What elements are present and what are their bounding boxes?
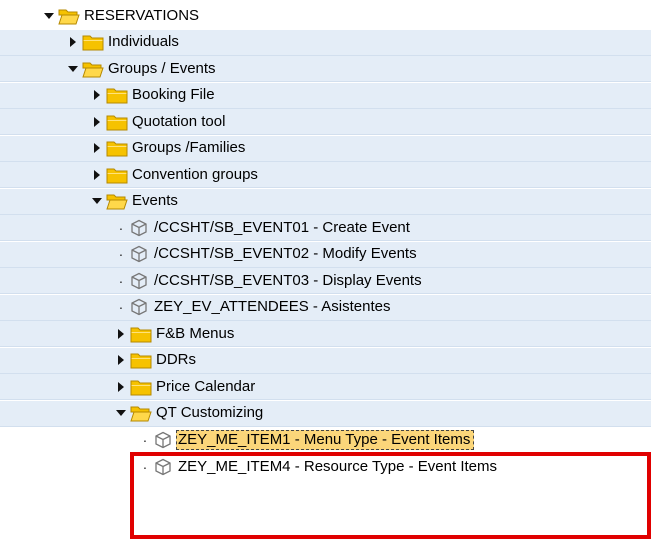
folder-icon: [106, 113, 128, 131]
expand-arrow-right-icon[interactable]: [68, 37, 78, 47]
expand-arrow-down-icon[interactable]: [44, 11, 54, 21]
expand-arrow-right-icon[interactable]: [92, 169, 102, 180]
tree-node-label[interactable]: Events: [132, 192, 178, 210]
transaction-cube-icon: [130, 218, 150, 238]
tree-transaction-node[interactable]: · ZEY_ME_ITEM1 - Menu Type - Event Items: [0, 427, 651, 453]
expand-arrow-down-icon[interactable]: [92, 196, 102, 206]
expand-arrow-down-icon[interactable]: [116, 408, 126, 418]
tree-folder-node[interactable]: Convention groups: [0, 162, 651, 188]
bullet-dot-icon: ·: [142, 432, 148, 448]
expand-arrow-right-icon[interactable]: [92, 116, 102, 127]
tree-folder-node[interactable]: Price Calendar: [0, 374, 651, 400]
tree-node-label[interactable]: Quotation tool: [132, 113, 225, 131]
expand-arrow-right-icon[interactable]: [116, 328, 126, 339]
bullet-dot-icon: ·: [118, 299, 124, 315]
expand-arrow-right-icon[interactable]: [116, 381, 126, 392]
transaction-cube-icon: [154, 430, 174, 450]
tree-folder-node[interactable]: Quotation tool: [0, 109, 651, 135]
folder-open-icon: [58, 7, 80, 25]
tree-node-label[interactable]: DDRs: [156, 351, 196, 369]
transaction-cube-icon: [130, 244, 150, 264]
tree-folder-node[interactable]: F&B Menus: [0, 321, 651, 347]
folder-open-icon: [82, 60, 104, 78]
tree-transaction-node[interactable]: · /CCSHT/SB_EVENT01 - Create Event: [0, 215, 651, 241]
bullet-dot-icon: ·: [118, 246, 124, 262]
folder-icon: [130, 325, 152, 343]
tree-transaction-node[interactable]: · ZEY_EV_ATTENDEES - Asistentes: [0, 294, 651, 321]
tree-transaction-node[interactable]: · ZEY_ME_ITEM4 - Resource Type - Event It…: [0, 453, 651, 480]
menu-tree: RESERVATIONS Individuals Groups / Events Bo…: [0, 0, 651, 545]
tree-node-label[interactable]: /CCSHT/SB_EVENT01 - Create Event: [154, 219, 410, 237]
tree-node-label[interactable]: Groups /Families: [132, 139, 245, 157]
tree-folder-node[interactable]: RESERVATIONS: [0, 3, 651, 29]
transaction-cube-icon: [130, 271, 150, 291]
tree-folder-node[interactable]: Events: [0, 188, 651, 215]
folder-open-icon: [106, 192, 128, 210]
transaction-cube-icon: [130, 297, 150, 317]
folder-icon: [106, 166, 128, 184]
tree-node-label[interactable]: /CCSHT/SB_EVENT02 - Modify Events: [154, 245, 417, 263]
expand-arrow-right-icon[interactable]: [92, 143, 102, 153]
tree-node-label[interactable]: Booking File: [132, 86, 215, 104]
tree-node-label[interactable]: ZEY_ME_ITEM4 - Resource Type - Event Ite…: [178, 458, 497, 476]
tree-transaction-node[interactable]: · /CCSHT/SB_EVENT03 - Display Events: [0, 268, 651, 294]
tree-transaction-node[interactable]: · /CCSHT/SB_EVENT02 - Modify Events: [0, 241, 651, 268]
expand-arrow-down-icon[interactable]: [68, 64, 78, 74]
folder-icon: [130, 378, 152, 396]
folder-icon: [106, 139, 128, 157]
tree-node-label-selected[interactable]: ZEY_ME_ITEM1 - Menu Type - Event Items: [176, 430, 475, 450]
tree-folder-node[interactable]: Groups /Families: [0, 135, 651, 162]
folder-icon: [130, 351, 152, 369]
tree-folder-node[interactable]: QT Customizing: [0, 400, 651, 427]
transaction-cube-icon: [154, 457, 174, 477]
bullet-dot-icon: ·: [118, 272, 124, 289]
folder-open-icon: [130, 404, 152, 422]
tree-node-label[interactable]: F&B Menus: [156, 325, 234, 343]
bullet-dot-icon: ·: [142, 458, 148, 475]
expand-arrow-right-icon[interactable]: [116, 355, 126, 365]
expand-arrow-right-icon[interactable]: [92, 90, 102, 100]
tree-node-label[interactable]: Convention groups: [132, 166, 258, 184]
tree-folder-node[interactable]: Groups / Events: [0, 56, 651, 82]
tree-node-label[interactable]: Individuals: [108, 33, 179, 51]
tree-node-label[interactable]: /CCSHT/SB_EVENT03 - Display Events: [154, 272, 422, 290]
tree-node-label[interactable]: Price Calendar: [156, 378, 255, 396]
tree-folder-node[interactable]: Individuals: [0, 29, 651, 56]
folder-icon: [106, 86, 128, 104]
tree-node-label[interactable]: ZEY_EV_ATTENDEES - Asistentes: [154, 298, 390, 316]
tree-folder-node[interactable]: Booking File: [0, 82, 651, 109]
tree-node-label[interactable]: Groups / Events: [108, 60, 216, 78]
folder-icon: [82, 33, 104, 51]
tree-folder-node[interactable]: DDRs: [0, 347, 651, 374]
bullet-dot-icon: ·: [118, 219, 124, 236]
tree-node-label[interactable]: QT Customizing: [156, 404, 263, 422]
tree-node-label[interactable]: RESERVATIONS: [84, 7, 199, 25]
